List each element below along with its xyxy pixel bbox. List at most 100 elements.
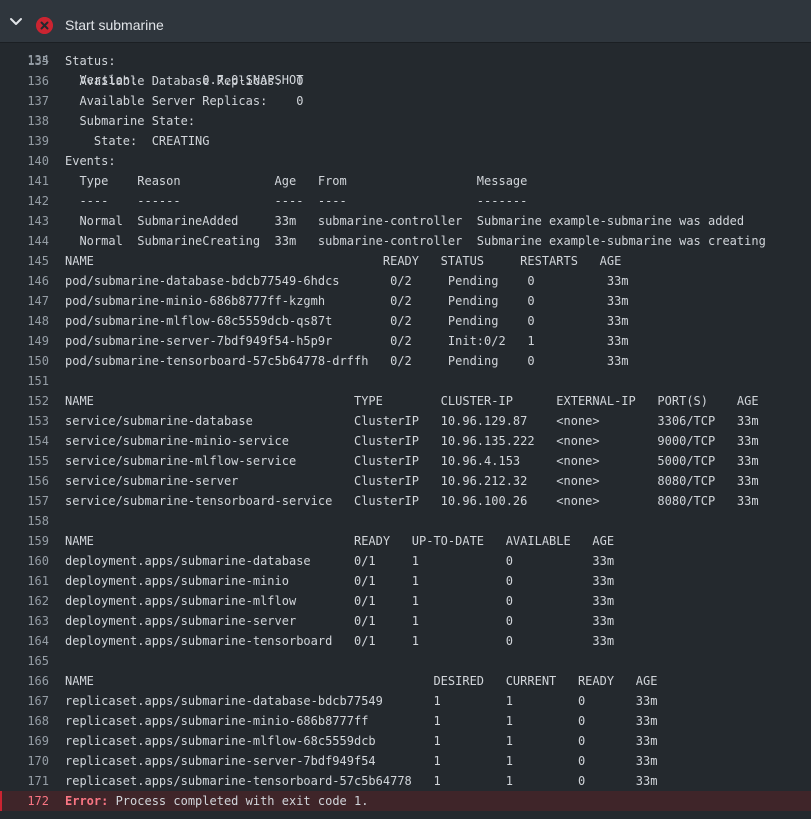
line-text: deployment.apps/submarine-tensorboard 0/… — [65, 634, 615, 648]
log-line: 145 NAME READY STATUS RESTARTS AGE — [0, 251, 811, 271]
log-line: 162 deployment.apps/submarine-mlflow 0/1 … — [0, 591, 811, 611]
line-text: deployment.apps/submarine-database 0/1 1… — [65, 554, 615, 568]
line-number[interactable]: 168 — [0, 711, 49, 731]
line-text: replicaset.apps/submarine-tensorboard-57… — [65, 774, 658, 788]
line-number[interactable]: 158 — [0, 511, 49, 531]
line-text: service/submarine-tensorboard-service Cl… — [65, 494, 759, 508]
log-line: 140 Events: — [0, 151, 811, 171]
line-number[interactable]: 142 — [0, 191, 49, 211]
line-number[interactable]: 159 — [0, 531, 49, 551]
log-line: 169 replicaset.apps/submarine-mlflow-68c5… — [0, 731, 811, 751]
log-line-partial: 134 Version: 0.7.0-SNAPSHOT — [0, 43, 811, 87]
line-number[interactable]: 163 — [0, 611, 49, 631]
line-text: pod/submarine-database-bdcb77549-6hdcs 0… — [65, 274, 629, 288]
line-text: Events: — [65, 154, 116, 168]
line-number[interactable]: 170 — [0, 751, 49, 771]
line-text: State: CREATING — [65, 134, 210, 148]
line-text: replicaset.apps/submarine-minio-686b8777… — [65, 714, 658, 728]
line-number[interactable]: 157 — [0, 491, 49, 511]
log-line: 142 ---- ------ ---- ---- ------- — [0, 191, 811, 211]
step-header[interactable]: Start submarine — [0, 0, 811, 43]
line-text: NAME TYPE CLUSTER-IP EXTERNAL-IP PORT(S)… — [65, 394, 759, 408]
line-text: pod/submarine-server-7bdf949f54-h5p9r 0/… — [65, 334, 629, 348]
line-number[interactable]: 149 — [0, 331, 49, 351]
log-line: 164 deployment.apps/submarine-tensorboard… — [0, 631, 811, 651]
line-number[interactable]: 144 — [0, 231, 49, 251]
line-number[interactable]: 139 — [0, 131, 49, 151]
line-number[interactable]: 166 — [0, 671, 49, 691]
log-line: 137 Available Server Replicas: 0 — [0, 91, 811, 111]
log-line: 141 Type Reason Age From Message — [0, 171, 811, 191]
step-title: Start submarine — [65, 17, 164, 33]
line-text: replicaset.apps/submarine-database-bdcb7… — [65, 694, 658, 708]
line-number[interactable]: 156 — [0, 471, 49, 491]
chevron-down-icon[interactable] — [9, 17, 23, 27]
line-number[interactable]: 153 — [0, 411, 49, 431]
error-text: Error: Process completed with exit code … — [65, 791, 368, 811]
log-line: 166 NAME DESIRED CURRENT READY AGE — [0, 671, 811, 691]
line-text: NAME READY STATUS RESTARTS AGE — [65, 254, 622, 268]
log-line-error: 172 Error: Process completed with exit co… — [0, 791, 811, 811]
line-text: Normal SubmarineCreating 33m submarine-c… — [65, 234, 766, 248]
line-number[interactable]: 141 — [0, 171, 49, 191]
line-text: service/submarine-mlflow-service Cluster… — [65, 454, 759, 468]
log-line: 161 deployment.apps/submarine-minio 0/1 1… — [0, 571, 811, 591]
log-line: 158 — [0, 511, 811, 531]
line-number[interactable]: 154 — [0, 431, 49, 451]
line-number[interactable]: 161 — [0, 571, 49, 591]
log-line: 167 replicaset.apps/submarine-database-bd… — [0, 691, 811, 711]
line-number[interactable]: 148 — [0, 311, 49, 331]
line-text: Submarine State: — [65, 114, 196, 128]
line-text: pod/submarine-tensorboard-57c5b64778-drf… — [65, 354, 629, 368]
line-text: deployment.apps/submarine-minio 0/1 1 0 … — [65, 574, 615, 588]
line-number[interactable]: 147 — [0, 291, 49, 311]
line-number[interactable]: 152 — [0, 391, 49, 411]
log-line: 165 — [0, 651, 811, 671]
line-number[interactable]: 140 — [0, 151, 49, 171]
log-line: 171 replicaset.apps/submarine-tensorboard… — [0, 771, 811, 791]
line-number[interactable]: 143 — [0, 211, 49, 231]
line-text: Normal SubmarineAdded 33m submarine-cont… — [65, 214, 745, 228]
line-number[interactable]: 135 — [0, 51, 49, 71]
line-number[interactable]: 172 — [0, 791, 49, 811]
line-number[interactable]: 151 — [0, 371, 49, 391]
line-text: Type Reason Age From Message — [65, 174, 528, 188]
log-line: 144 Normal SubmarineCreating 33m submari… — [0, 231, 811, 251]
line-number[interactable]: 150 — [0, 351, 49, 371]
line-text: ---- ------ ---- ---- ------- — [65, 194, 528, 208]
line-number[interactable]: 167 — [0, 691, 49, 711]
error-label: Error: — [65, 794, 109, 808]
log-output[interactable]: 134 Version: 0.7.0-SNAPSHOT 135 Status: 13… — [0, 43, 811, 819]
line-text: replicaset.apps/submarine-mlflow-68c5559… — [65, 734, 658, 748]
log-line: 136 Available Database Replicas: 0 — [0, 71, 811, 91]
log-line: 155 service/submarine-mlflow-service Clus… — [0, 451, 811, 471]
line-number[interactable]: 162 — [0, 591, 49, 611]
line-text: pod/submarine-minio-686b8777ff-kzgmh 0/2… — [65, 294, 629, 308]
line-number[interactable]: 164 — [0, 631, 49, 651]
log-line: 148 pod/submarine-mlflow-68c5559dcb-qs87t… — [0, 311, 811, 331]
log-line: 153 service/submarine-database ClusterIP … — [0, 411, 811, 431]
line-number[interactable]: 169 — [0, 731, 49, 751]
line-number[interactable]: 155 — [0, 451, 49, 471]
line-text: deployment.apps/submarine-mlflow 0/1 1 0… — [65, 594, 615, 608]
line-text: Available Server Replicas: 0 — [65, 94, 304, 108]
log-line: 149 pod/submarine-server-7bdf949f54-h5p9r… — [0, 331, 811, 351]
log-line: 159 NAME READY UP-TO-DATE AVAILABLE AGE — [0, 531, 811, 551]
line-number[interactable]: 165 — [0, 651, 49, 671]
line-text: Available Database Replicas: 0 — [65, 74, 304, 88]
log-line: 170 replicaset.apps/submarine-server-7bdf… — [0, 751, 811, 771]
line-text: NAME DESIRED CURRENT READY AGE — [65, 674, 658, 688]
x-circle-icon — [36, 17, 53, 34]
line-number[interactable]: 145 — [0, 251, 49, 271]
log-line: 156 service/submarine-server ClusterIP 10… — [0, 471, 811, 491]
line-number[interactable]: 136 — [0, 71, 49, 91]
line-text: deployment.apps/submarine-server 0/1 1 0… — [65, 614, 615, 628]
log-line: 152 NAME TYPE CLUSTER-IP EXTERNAL-IP PORT… — [0, 391, 811, 411]
line-number[interactable]: 171 — [0, 771, 49, 791]
line-number[interactable]: 138 — [0, 111, 49, 131]
line-number[interactable]: 160 — [0, 551, 49, 571]
log-line: 154 service/submarine-minio-service Clust… — [0, 431, 811, 451]
line-number[interactable]: 146 — [0, 271, 49, 291]
line-number[interactable]: 137 — [0, 91, 49, 111]
line-text: service/submarine-minio-service ClusterI… — [65, 434, 759, 448]
